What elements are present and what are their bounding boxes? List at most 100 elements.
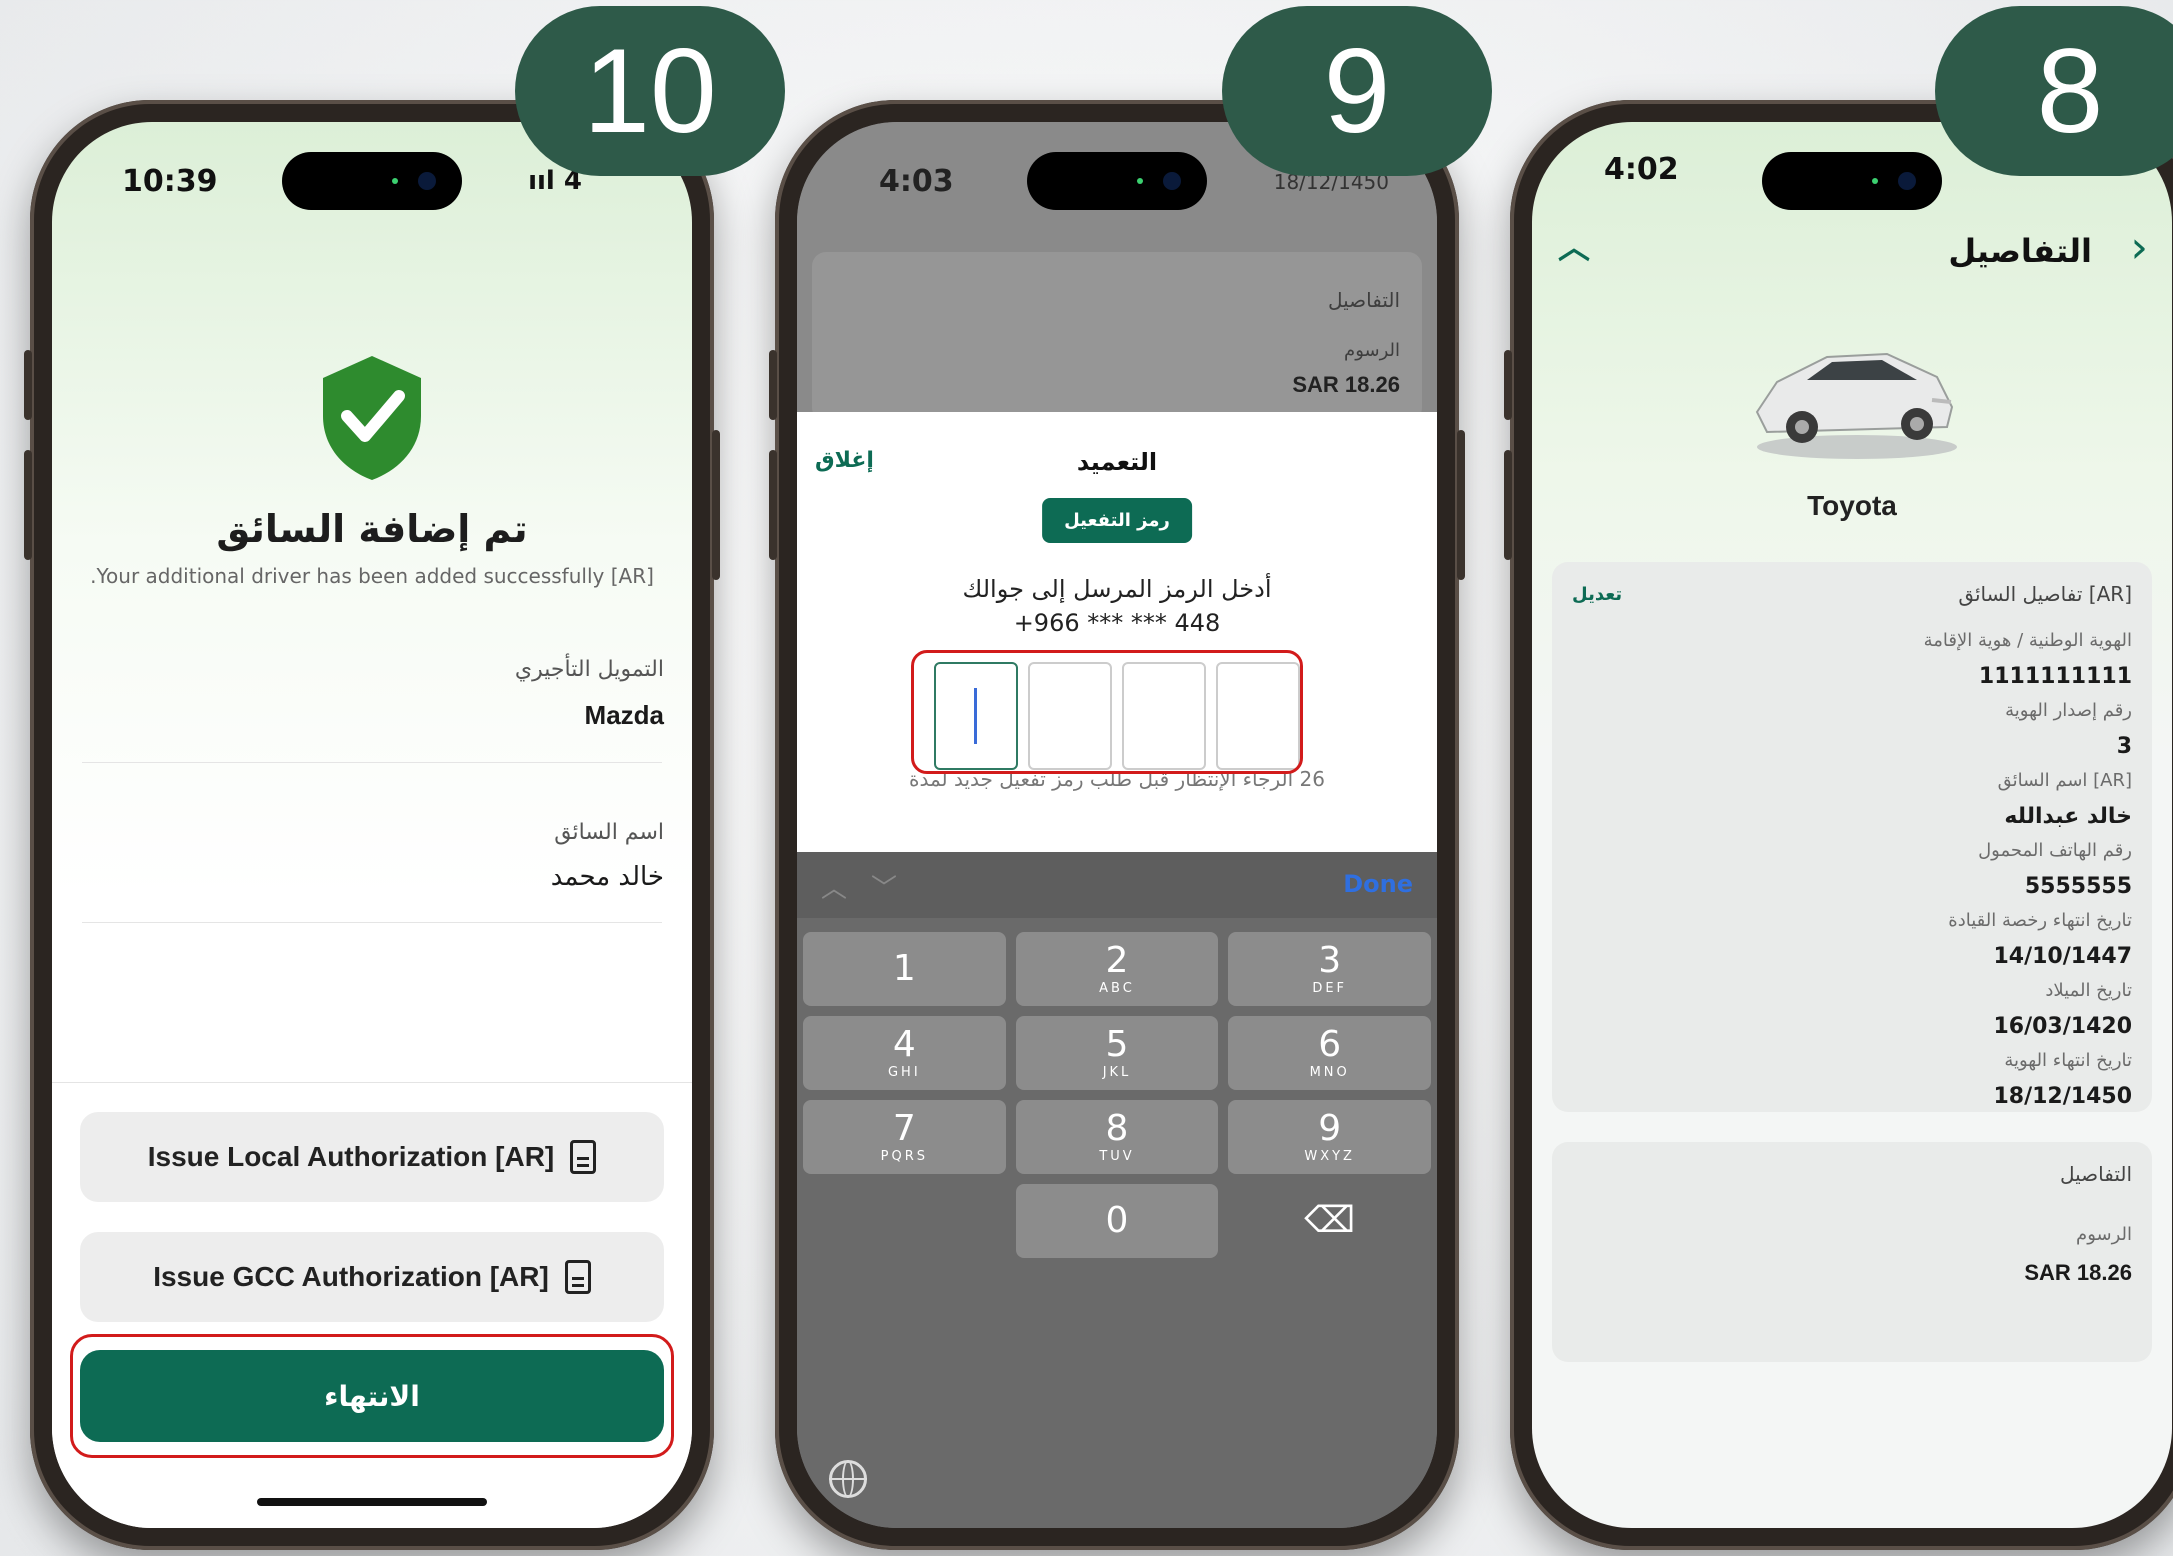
issue-local-authorization-label: Issue Local Authorization [AR] xyxy=(147,1141,555,1172)
keypad-key-6[interactable]: 6 MNO xyxy=(1228,1016,1431,1090)
bg-details-title: التفاصيل xyxy=(1327,288,1400,312)
status-time: 4:02 xyxy=(1604,152,1679,187)
driver-name-label: اسم السائق xyxy=(554,820,664,845)
key-letters: ABC xyxy=(1099,980,1135,996)
phone-step-10: 10:39 ııl 4 تم إضافة السائق .Your additi… xyxy=(24,100,720,1550)
driver-name-value: خالد محمد xyxy=(550,862,664,892)
driver-details-card: [AR] تفاصيل السائق تعديل الهوية الوطنية … xyxy=(1552,562,2152,1112)
issue-local-authorization-button[interactable]: Issue Local Authorization [AR] xyxy=(80,1112,664,1202)
collapse-chevron-icon[interactable]: ︿ xyxy=(1558,222,1590,268)
key-letters: GHI xyxy=(887,1064,921,1080)
key-number: 8 xyxy=(1105,1107,1129,1149)
close-button[interactable]: إغلاق xyxy=(815,448,874,473)
financing-value: Mazda xyxy=(584,700,664,730)
status-time: 10:39 xyxy=(122,164,218,199)
detail-label: رقم الهاتف المحمول xyxy=(1978,840,2132,861)
driver-details-title: [AR] تفاصيل السائق xyxy=(1958,582,2132,606)
keypad-key-9[interactable]: 9 WXYZ xyxy=(1228,1100,1431,1174)
otp-screen: التفاصيل الرسوم SAR 18.26 4:03 18/12/145… xyxy=(797,122,1437,1528)
detail-value: خالد عبدالله xyxy=(2004,804,2132,829)
detail-value: 18/12/1450 xyxy=(1993,1084,2132,1109)
key-letters: DEF xyxy=(1312,980,1348,996)
keypad-key-5[interactable]: 5 JKL xyxy=(1015,1016,1219,1090)
keypad-key-7[interactable]: 7 PQRS xyxy=(803,1100,1006,1174)
keypad-key-4[interactable]: 4 GHI xyxy=(803,1016,1006,1090)
key-number: 2 xyxy=(1105,939,1129,981)
detail-value: 1111111111 xyxy=(1978,664,2132,689)
key-letters: WXYZ xyxy=(1304,1148,1355,1164)
dynamic-island xyxy=(1027,152,1207,210)
numeric-keyboard: ︿﹀ Done 1 2 ABC 3 DEF 4 GHI 5 JKL 6 MNO 7 PQRS 8 TUV 9 W… xyxy=(797,852,1437,1528)
detail-label: تاريخ انتهاء رخصة القيادة xyxy=(1948,910,2132,931)
keyboard-done-button[interactable]: Done xyxy=(1343,870,1413,898)
dynamic-island xyxy=(282,152,462,210)
detail-label: تاريخ انتهاء الهوية xyxy=(2004,1050,2132,1071)
divider xyxy=(82,922,662,923)
keyboard-nav-arrows-icon[interactable]: ︿﹀ xyxy=(821,868,921,905)
activation-code-tab[interactable]: رمز التفعيل xyxy=(1042,498,1192,543)
home-indicator xyxy=(257,1498,487,1506)
key-number: 0 xyxy=(1105,1200,1129,1241)
verified-shield-icon xyxy=(323,356,421,480)
document-icon xyxy=(564,1260,591,1294)
detail-label: تاريخ الميلاد xyxy=(2045,980,2132,1001)
authorization-modal: التعميد إغلاق رمز التفعيل أدخل الرمز الم… xyxy=(797,412,1437,852)
details-screen: 4:02 › التفاصيل ︿ Toyota [AR] تفاصيل الس… xyxy=(1532,122,2172,1528)
key-letters: JKL xyxy=(1102,1064,1132,1080)
background-details-card: التفاصيل الرسوم SAR 18.26 xyxy=(812,252,1422,422)
keypad-key-1[interactable]: 1 xyxy=(803,932,1006,1006)
car-image xyxy=(1755,352,1957,459)
success-title: تم إضافة السائق xyxy=(216,507,528,551)
back-chevron-icon[interactable]: › xyxy=(2130,222,2148,273)
detail-label: [AR] اسم السائق xyxy=(1997,770,2132,791)
modal-title: التعميد xyxy=(1076,448,1158,476)
otp-instruction: أدخل الرمز المرسل إلى جوالك xyxy=(962,575,1272,603)
financing-label: التمويل التأجيري xyxy=(514,657,664,682)
detail-value: 3 xyxy=(2116,734,2132,759)
page-title: التفاصيل xyxy=(1948,232,2092,270)
key-number: 6 xyxy=(1318,1023,1342,1065)
masked-phone-number: +966 *** *** 448 xyxy=(1013,609,1221,637)
success-subtitle: .Your additional driver has been added s… xyxy=(90,564,654,588)
status-time: 4:03 xyxy=(879,164,954,199)
fees-details-title: التفاصيل xyxy=(2059,1162,2132,1186)
car-name: Toyota xyxy=(1807,490,1897,521)
bg-fees-value: SAR 18.26 xyxy=(1292,372,1400,397)
empty-key xyxy=(803,1184,1006,1258)
key-number: ⌫ xyxy=(1304,1200,1356,1241)
key-number: 5 xyxy=(1105,1023,1129,1065)
issue-gcc-authorization-button[interactable]: Issue GCC Authorization [AR] xyxy=(80,1232,664,1322)
bg-fees-label: الرسوم xyxy=(1344,340,1400,361)
divider xyxy=(82,762,662,763)
keypad-key-3[interactable]: 3 DEF xyxy=(1228,932,1431,1006)
fees-card: التفاصيل الرسوم SAR 18.26 xyxy=(1552,1142,2152,1362)
key-number: 4 xyxy=(892,1023,916,1065)
key-number: 1 xyxy=(892,948,916,989)
globe-icon[interactable] xyxy=(829,1460,867,1498)
step-badge-8: 8 xyxy=(1935,6,2173,176)
keypad-key-0[interactable]: 0 xyxy=(1015,1184,1219,1258)
phone-step-8: 4:02 › التفاصيل ︿ Toyota [AR] تفاصيل الس… xyxy=(1504,100,2173,1550)
detail-label: الهوية الوطنية / هوية الإقامة xyxy=(1923,630,2132,651)
key-letters: PQRS xyxy=(880,1148,928,1164)
fees-label: الرسوم xyxy=(2076,1224,2132,1245)
key-letters: TUV xyxy=(1099,1148,1135,1164)
key-number: 9 xyxy=(1318,1107,1342,1149)
step-badge-9: 9 xyxy=(1222,6,1492,176)
detail-value: 14/10/1447 xyxy=(1993,944,2132,969)
step-badge-10: 10 xyxy=(515,6,785,176)
key-letters: MNO xyxy=(1309,1064,1350,1080)
keypad-key-8[interactable]: 8 TUV xyxy=(1015,1100,1219,1174)
document-icon xyxy=(570,1140,597,1174)
detail-value: 5555555 xyxy=(2024,874,2132,899)
keypad-key-2[interactable]: 2 ABC xyxy=(1015,932,1219,1006)
highlight-finish-box xyxy=(70,1334,674,1458)
highlight-otp-box xyxy=(911,650,1303,774)
detail-label: رقم إصدار الهوية xyxy=(2005,700,2132,721)
fees-value: SAR 18.26 xyxy=(2024,1260,2132,1285)
edit-button[interactable]: تعديل xyxy=(1572,584,1622,605)
key-number: 7 xyxy=(892,1107,916,1149)
dynamic-island xyxy=(1762,152,1942,210)
backspace-key[interactable]: ⌫ xyxy=(1228,1184,1431,1258)
key-number: 3 xyxy=(1318,939,1342,981)
